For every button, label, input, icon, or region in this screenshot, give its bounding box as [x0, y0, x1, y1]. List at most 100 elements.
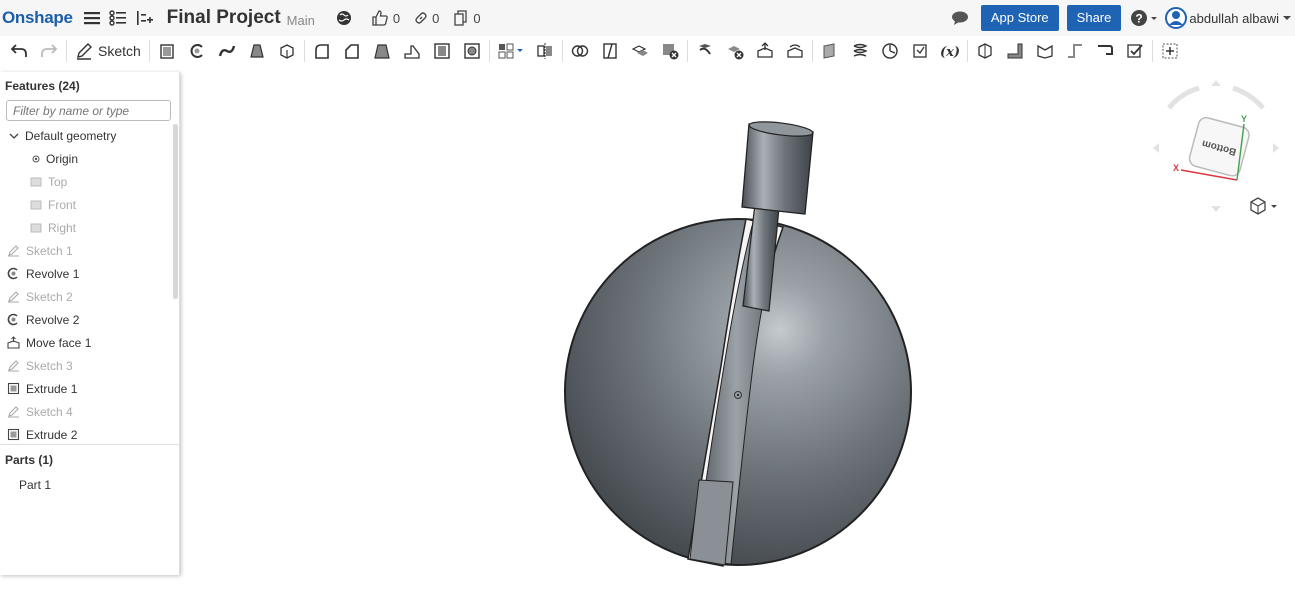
tree-item-revolve-2[interactable]: Revolve 2	[0, 308, 172, 331]
tree-item-default-geometry[interactable]: Default geometry	[0, 124, 172, 147]
tree-item-extrude-2[interactable]: Extrude 2	[0, 423, 172, 446]
app-store-button[interactable]: App Store	[980, 5, 1059, 31]
chevron-down-icon	[1283, 16, 1291, 20]
hole-icon[interactable]	[457, 38, 487, 64]
copies-stat[interactable]: 0	[453, 10, 481, 26]
view-options-icon[interactable]	[1250, 197, 1277, 215]
model-viewport[interactable]	[181, 66, 1295, 589]
draft-icon[interactable]	[367, 38, 397, 64]
tree-item-right-plane[interactable]: Right	[0, 216, 172, 239]
delete-face-icon[interactable]	[720, 38, 750, 64]
document-title[interactable]: Final Project	[167, 7, 281, 29]
redo-icon[interactable]	[34, 38, 64, 64]
parts-title: Parts (1)	[5, 453, 54, 467]
mate-connector-icon[interactable]	[875, 38, 905, 64]
tree-item-label: Sketch 4	[26, 404, 73, 419]
comments-icon[interactable]	[949, 7, 971, 29]
tree-item-move-face-1[interactable]: Move face 1	[0, 331, 172, 354]
extrude-icon	[7, 428, 20, 441]
bend-icon[interactable]	[1030, 38, 1060, 64]
hem-icon[interactable]	[1090, 38, 1120, 64]
feature-toolbar: Sketch (x)	[0, 36, 1295, 66]
tree-item-sketch-3[interactable]: Sketch 3	[0, 354, 172, 377]
part-3d-model[interactable]	[564, 119, 912, 567]
mirror-icon[interactable]	[530, 38, 560, 64]
revolve-icon[interactable]	[182, 38, 212, 64]
features-title: Features (24)	[5, 79, 80, 93]
tree-item-top-plane[interactable]: Top	[0, 170, 172, 193]
move-face-icon[interactable]	[750, 38, 780, 64]
replace-face-icon[interactable]	[780, 38, 810, 64]
workspace-name[interactable]: Main	[287, 13, 315, 28]
extrude-icon[interactable]	[152, 38, 182, 64]
feature-tree-scrollbar[interactable]	[173, 124, 178, 299]
thicken-icon[interactable]	[272, 38, 302, 64]
revolve-icon	[7, 267, 18, 280]
x-axis-label: X	[1173, 163, 1179, 173]
tree-item-label: Extrude 2	[26, 427, 78, 442]
links-stat[interactable]: 0	[414, 11, 439, 26]
boolean-icon[interactable]	[565, 38, 595, 64]
tree-item-label: Top	[48, 174, 68, 189]
links-count: 0	[432, 10, 440, 26]
undo-icon[interactable]	[4, 38, 34, 64]
delete-part-icon[interactable]	[655, 38, 685, 64]
flange-icon[interactable]	[1000, 38, 1030, 64]
transform-icon[interactable]	[625, 38, 655, 64]
part-item[interactable]: Part 1	[19, 473, 51, 496]
fillet-icon[interactable]	[307, 38, 337, 64]
toolbar-separator	[148, 40, 150, 62]
arrow-down-icon	[1211, 206, 1221, 212]
tree-item-sketch-2[interactable]: Sketch 2	[0, 285, 172, 308]
view-cube[interactable]: Bottom X Y	[1145, 78, 1285, 218]
likes-stat[interactable]: 0	[371, 10, 400, 26]
top-bar: Onshape Final Project Main 0 0 0 App Sto…	[0, 0, 1295, 36]
variable-studio-icon[interactable]	[905, 38, 935, 64]
thumbs-up-icon	[372, 10, 388, 26]
pattern-icon[interactable]	[492, 38, 530, 64]
tree-item-label: Right	[48, 220, 77, 235]
toolbar-separator	[303, 40, 305, 62]
split-icon[interactable]	[595, 38, 625, 64]
tree-item-front-plane[interactable]: Front	[0, 193, 172, 216]
tree-item-revolve-1[interactable]: Revolve 1	[0, 262, 172, 285]
add-custom-feature-icon[interactable]	[1155, 38, 1185, 64]
rib-icon[interactable]	[397, 38, 427, 64]
tree-item-origin[interactable]: Origin	[0, 147, 172, 170]
globe-icon[interactable]	[333, 7, 355, 29]
sketch-icon	[77, 43, 92, 60]
share-button[interactable]: Share	[1066, 5, 1122, 31]
tree-item-sketch-1[interactable]: Sketch 1	[0, 239, 172, 262]
avatar-icon	[1165, 7, 1188, 29]
shell-icon[interactable]	[427, 38, 457, 64]
variable-icon[interactable]: (x)	[935, 38, 965, 64]
y-axis-label: Y	[1241, 114, 1247, 124]
user-menu[interactable]: abdullah albawi	[1165, 7, 1295, 29]
sweep-icon[interactable]	[212, 38, 242, 64]
svg-text:(x): (x)	[940, 45, 960, 60]
insert-icon[interactable]	[133, 7, 155, 29]
jog-icon[interactable]	[1060, 38, 1090, 64]
modify-fillet-icon[interactable]	[690, 38, 720, 64]
toolbar-separator	[66, 40, 67, 62]
tree-item-sketch-4[interactable]: Sketch 4	[0, 400, 172, 423]
onshape-logo[interactable]: Onshape	[2, 8, 73, 28]
copies-count: 0	[473, 10, 481, 26]
tree-item-extrude-1[interactable]: Extrude 1	[0, 377, 172, 400]
plane-icon	[30, 200, 42, 209]
sketch-button[interactable]: Sketch	[69, 42, 147, 60]
tree-item-label: Revolve 1	[26, 266, 80, 281]
sheet-metal-icon[interactable]	[970, 38, 1000, 64]
finish-icon[interactable]	[1120, 38, 1150, 64]
feature-filter-input[interactable]	[6, 100, 171, 121]
feature-list-icon[interactable]	[107, 7, 129, 29]
chamfer-icon[interactable]	[337, 38, 367, 64]
sketch-icon	[8, 406, 19, 418]
help-icon[interactable]: ?	[1129, 7, 1159, 29]
toolbar-separator	[686, 40, 688, 62]
plane-icon[interactable]	[815, 38, 845, 64]
menu-icon[interactable]	[81, 7, 103, 29]
tree-item-label: Default geometry	[25, 128, 117, 143]
helix-icon[interactable]	[845, 38, 875, 64]
loft-icon[interactable]	[242, 38, 272, 64]
